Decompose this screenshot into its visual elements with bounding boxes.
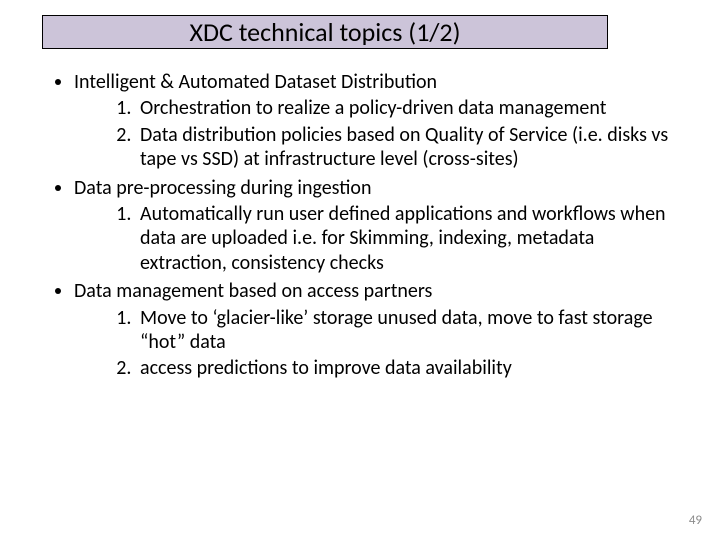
numbered-text: Orchestration to realize a policy-driven… — [140, 96, 606, 120]
bullet-list: Intelligent & Automated Dataset Distribu… — [42, 70, 682, 381]
slide-title: XDC technical topics (1/2) — [190, 16, 461, 48]
page-number: 49 — [689, 513, 702, 528]
bullet-item: Data pre-processing during ingestion Aut… — [74, 176, 682, 276]
numbered-list: Move to ‘glacier-like’ storage unused da… — [74, 306, 682, 381]
bullet-item: Data management based on access partners… — [74, 279, 682, 381]
numbered-item: Orchestration to realize a policy-driven… — [136, 96, 682, 120]
numbered-item: Data distribution policies based on Qual… — [136, 123, 682, 172]
numbered-item: Move to ‘glacier-like’ storage unused da… — [136, 306, 682, 355]
numbered-item: Automatically run user defined applicati… — [136, 202, 682, 275]
numbered-text: Automatically run user defined applicati… — [140, 202, 666, 275]
bullet-text: Intelligent & Automated Dataset Distribu… — [74, 70, 437, 94]
bullet-text: Data management based on access partners — [74, 279, 432, 303]
slide-title-bar: XDC technical topics (1/2) — [42, 15, 608, 49]
slide-body: Intelligent & Automated Dataset Distribu… — [42, 70, 682, 385]
numbered-item: access predictions to improve data avail… — [136, 356, 682, 380]
numbered-list: Automatically run user defined applicati… — [74, 202, 682, 275]
slide: XDC technical topics (1/2) Intelligent &… — [0, 0, 720, 540]
numbered-list: Orchestration to realize a policy-driven… — [74, 96, 682, 171]
numbered-text: Data distribution policies based on Qual… — [140, 123, 668, 171]
numbered-text: access predictions to improve data avail… — [140, 356, 512, 380]
bullet-text: Data pre-processing during ingestion — [74, 176, 371, 200]
numbered-text: Move to ‘glacier-like’ storage unused da… — [140, 306, 653, 354]
bullet-item: Intelligent & Automated Dataset Distribu… — [74, 70, 682, 172]
